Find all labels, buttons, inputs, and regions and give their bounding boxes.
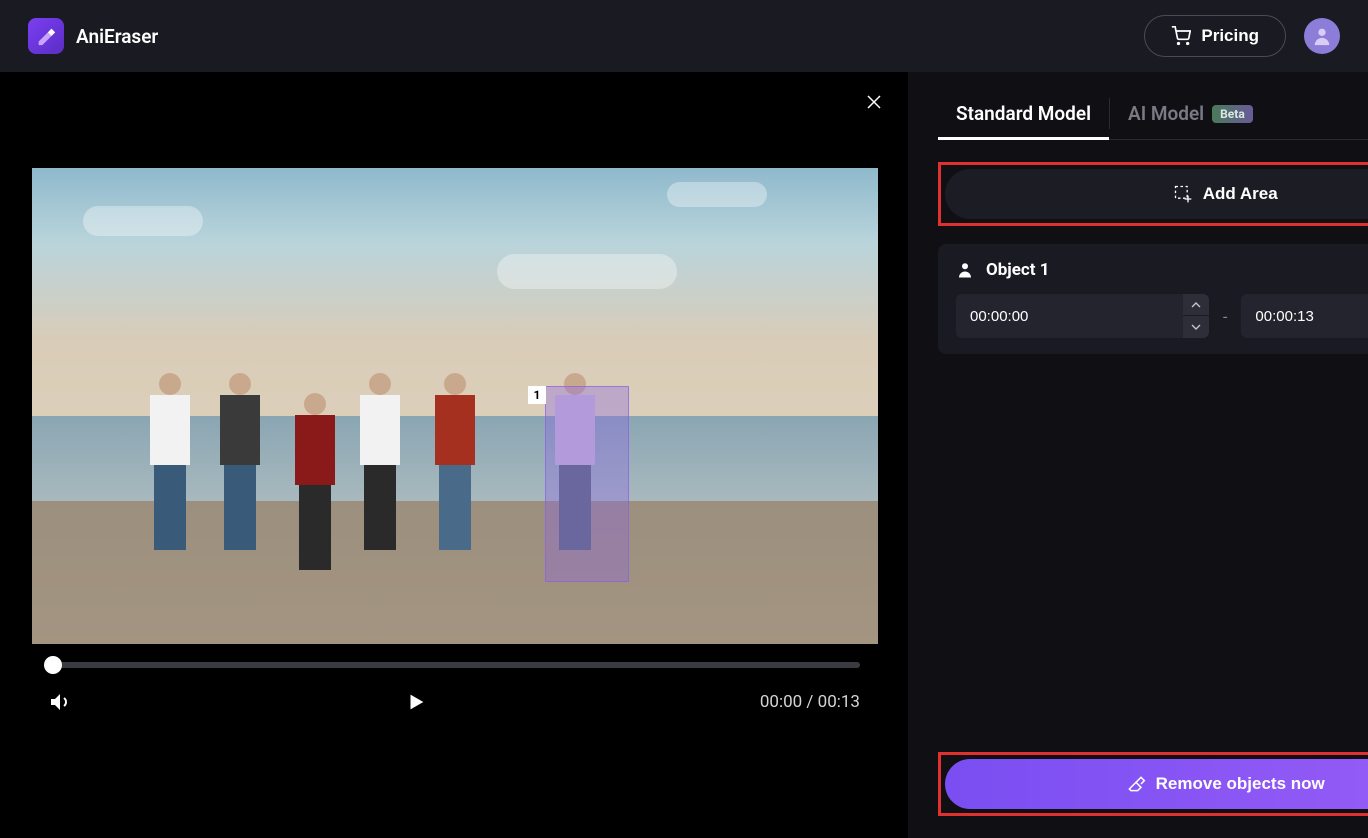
video-cloud xyxy=(83,206,203,236)
video-person xyxy=(432,373,477,558)
play-button[interactable] xyxy=(405,690,427,714)
add-area-icon xyxy=(1173,184,1193,204)
brand: AniEraser xyxy=(28,18,158,54)
object-card: Object 1 - xyxy=(938,244,1368,354)
video-person xyxy=(147,373,192,558)
logo-icon xyxy=(28,18,64,54)
start-time-up[interactable] xyxy=(1183,294,1209,316)
add-area-button[interactable]: Add Area xyxy=(945,169,1368,219)
header-right: Pricing xyxy=(1144,15,1340,57)
avatar[interactable] xyxy=(1304,18,1340,54)
chevron-up-icon xyxy=(1191,302,1201,308)
video-cloud xyxy=(667,182,767,207)
remove-objects-button[interactable]: Remove objects now xyxy=(945,759,1368,809)
time-range-dash: - xyxy=(1223,307,1227,326)
pricing-button[interactable]: Pricing xyxy=(1144,15,1286,57)
tab-standard-label: Standard Model xyxy=(956,102,1091,125)
cart-icon xyxy=(1171,26,1191,46)
highlight-remove: Remove objects now xyxy=(938,752,1368,816)
selection-label: 1 xyxy=(528,386,546,404)
video-person xyxy=(357,373,402,558)
person-icon xyxy=(956,261,974,279)
start-time-wrap xyxy=(956,294,1209,338)
header: AniEraser Pricing xyxy=(0,0,1368,72)
main: 1 00:00 / 00:13 Standard Model AI Model … xyxy=(0,72,1368,838)
progress-bar[interactable] xyxy=(48,662,860,668)
pricing-label: Pricing xyxy=(1201,26,1259,46)
video-frame[interactable]: 1 xyxy=(32,168,878,644)
tabs: Standard Model AI Model Beta xyxy=(938,94,1368,140)
brand-name: AniEraser xyxy=(76,25,158,48)
side-panel: Standard Model AI Model Beta Add Area Ob… xyxy=(908,72,1368,838)
video-controls: 00:00 / 00:13 xyxy=(48,690,860,714)
start-time-stepper xyxy=(1183,294,1209,338)
play-icon xyxy=(405,690,427,714)
tab-ai-model[interactable]: AI Model Beta xyxy=(1110,94,1271,139)
time-range: - xyxy=(956,294,1368,338)
remove-label: Remove objects now xyxy=(1156,774,1325,794)
video-cloud xyxy=(497,254,677,289)
video-person xyxy=(217,373,262,558)
volume-icon xyxy=(48,690,72,714)
beta-badge: Beta xyxy=(1212,105,1253,123)
close-icon xyxy=(866,94,882,110)
object-header: Object 1 xyxy=(956,260,1368,280)
user-icon xyxy=(1311,25,1333,47)
video-panel: 1 00:00 / 00:13 xyxy=(0,72,908,838)
eraser-icon xyxy=(1126,774,1146,794)
tab-standard-model[interactable]: Standard Model xyxy=(938,94,1109,139)
highlight-add-area: Add Area xyxy=(938,162,1368,226)
video-person xyxy=(292,393,337,558)
progress-thumb[interactable] xyxy=(44,656,62,674)
object-title: Object 1 xyxy=(986,260,1049,280)
add-area-label: Add Area xyxy=(1203,184,1278,204)
start-time-input[interactable] xyxy=(956,294,1183,338)
volume-button[interactable] xyxy=(48,690,72,714)
chevron-down-icon xyxy=(1191,324,1201,330)
end-time-wrap xyxy=(1241,294,1368,338)
time-display: 00:00 / 00:13 xyxy=(760,692,860,712)
tab-ai-label: AI Model xyxy=(1128,102,1204,125)
selection-box[interactable]: 1 xyxy=(545,386,629,582)
end-time-input[interactable] xyxy=(1241,294,1368,338)
start-time-down[interactable] xyxy=(1183,316,1209,338)
close-button[interactable] xyxy=(862,90,886,114)
